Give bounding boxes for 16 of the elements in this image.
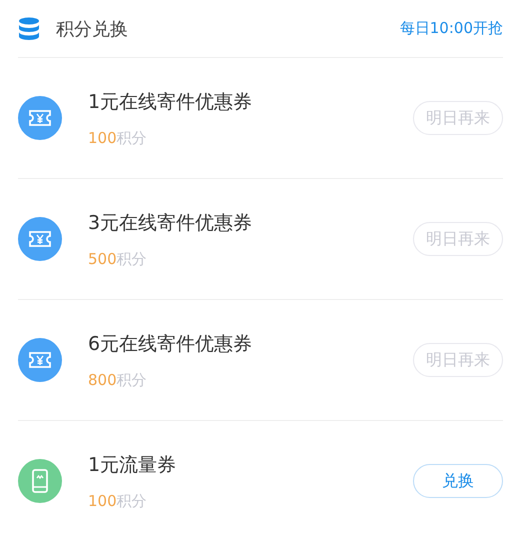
database-icon: [18, 16, 40, 40]
points-cost: 100积分: [88, 128, 148, 148]
ticket-icon: [18, 338, 62, 382]
ticket-icon: [18, 217, 62, 261]
item-name: 6元在线寄件优惠券: [88, 332, 254, 356]
phone-icon: [18, 459, 62, 503]
points-cost: 500积分: [88, 250, 148, 268]
points-cost: 100积分: [88, 492, 148, 510]
exchange-button[interactable]: 兑换: [413, 464, 503, 498]
item-name: 3元在线寄件优惠券: [88, 210, 254, 236]
item-name: 1元流量券: [88, 452, 178, 478]
item-name: 1元在线寄件优惠券: [88, 90, 254, 114]
section-title: 积分兑换: [56, 18, 129, 40]
points-cost: 800积分: [88, 370, 148, 390]
schedule-note: 每日10:00开抢: [400, 19, 503, 38]
ticket-icon: [18, 96, 62, 140]
